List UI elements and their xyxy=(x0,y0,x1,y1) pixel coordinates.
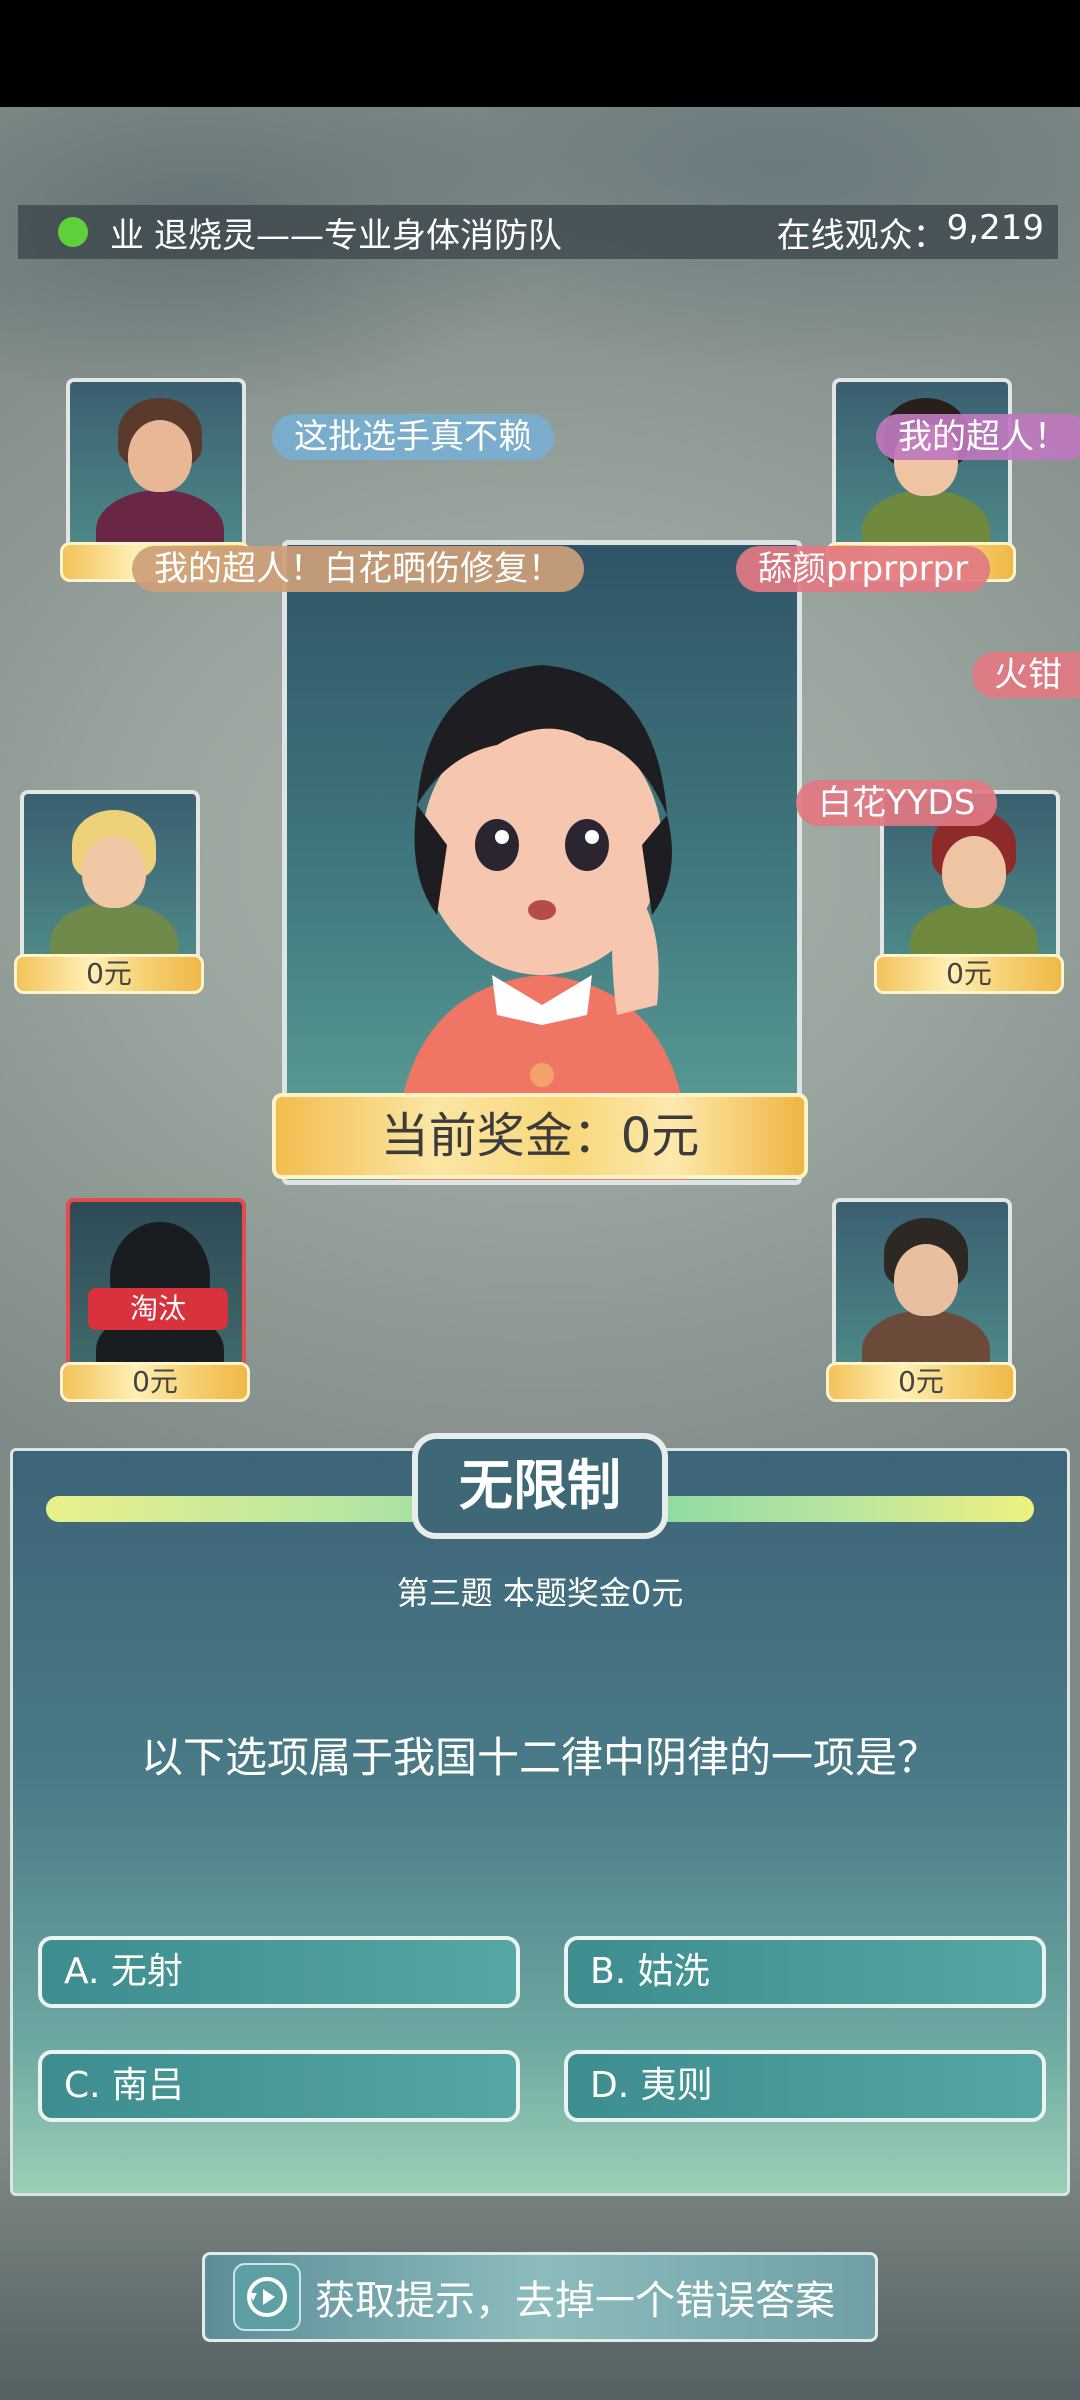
player-prize-tag: 0元 xyxy=(14,954,204,994)
host-name: 退烧灵——专业身体消防队 xyxy=(154,215,562,256)
chat-bubble: 火钳 xyxy=(972,652,1080,698)
player-card-2[interactable] xyxy=(832,378,1012,553)
player-card-3[interactable] xyxy=(20,790,200,965)
host-icon: 业 xyxy=(110,215,144,256)
option-b-button[interactable]: B. 姑洗 xyxy=(564,1936,1046,2008)
contestant-portrait xyxy=(397,665,687,1180)
player-card-5-eliminated[interactable] xyxy=(66,1198,246,1373)
current-contestant-card xyxy=(282,540,802,1185)
eliminated-badge: 淘汰 xyxy=(88,1288,228,1330)
live-header-bar: 业 退烧灵——专业身体消防队 在线观众： 9,219 xyxy=(18,205,1058,259)
viewers-label: 在线观众： xyxy=(776,215,947,256)
player-card-6[interactable] xyxy=(832,1198,1012,1373)
player-card-1[interactable] xyxy=(66,378,246,553)
chat-bubble: 这批选手真不赖 xyxy=(272,414,554,460)
option-d-button[interactable]: D. 夷则 xyxy=(564,2050,1046,2122)
hint-label: 获取提示，去掉一个错误答案 xyxy=(315,2278,835,2324)
player-prize-tag: 0元 xyxy=(826,1362,1016,1402)
player-avatar xyxy=(24,794,196,961)
player-prize-tag: 0元 xyxy=(60,1362,250,1402)
player-avatar xyxy=(836,1202,1008,1369)
player-avatar xyxy=(70,382,242,549)
player-avatar xyxy=(836,382,1008,549)
chat-bubble: 白花YYDS xyxy=(796,780,998,826)
status-bar xyxy=(0,0,1080,107)
viewers-count: 9,219 xyxy=(946,207,1044,248)
play-replay-icon xyxy=(233,2263,301,2331)
online-viewers: 在线观众： 9,219 xyxy=(777,208,1044,257)
question-meta: 第三题 本题奖金0元 xyxy=(396,1574,684,1612)
player-silhouette xyxy=(70,1202,242,1369)
live-indicator-icon xyxy=(58,217,88,247)
player-prize-tag: 0元 xyxy=(874,954,1064,994)
option-c-button[interactable]: C. 南吕 xyxy=(38,2050,520,2122)
mode-badge: 无限制 xyxy=(412,1433,668,1539)
current-prize-banner: 当前奖金：0元 xyxy=(272,1093,808,1179)
chat-bubble: 我的超人！ xyxy=(876,414,1080,460)
chat-bubble: 我的超人！白花晒伤修复！ xyxy=(132,546,584,592)
hint-button[interactable]: 获取提示，去掉一个错误答案 xyxy=(202,2252,878,2342)
chat-bubble: 舔颜prprprpr xyxy=(736,546,991,592)
question-text: 以下选项属于我国十二律中阴律的一项是？ xyxy=(140,1733,939,1782)
option-a-button[interactable]: A. 无射 xyxy=(38,1936,520,2008)
